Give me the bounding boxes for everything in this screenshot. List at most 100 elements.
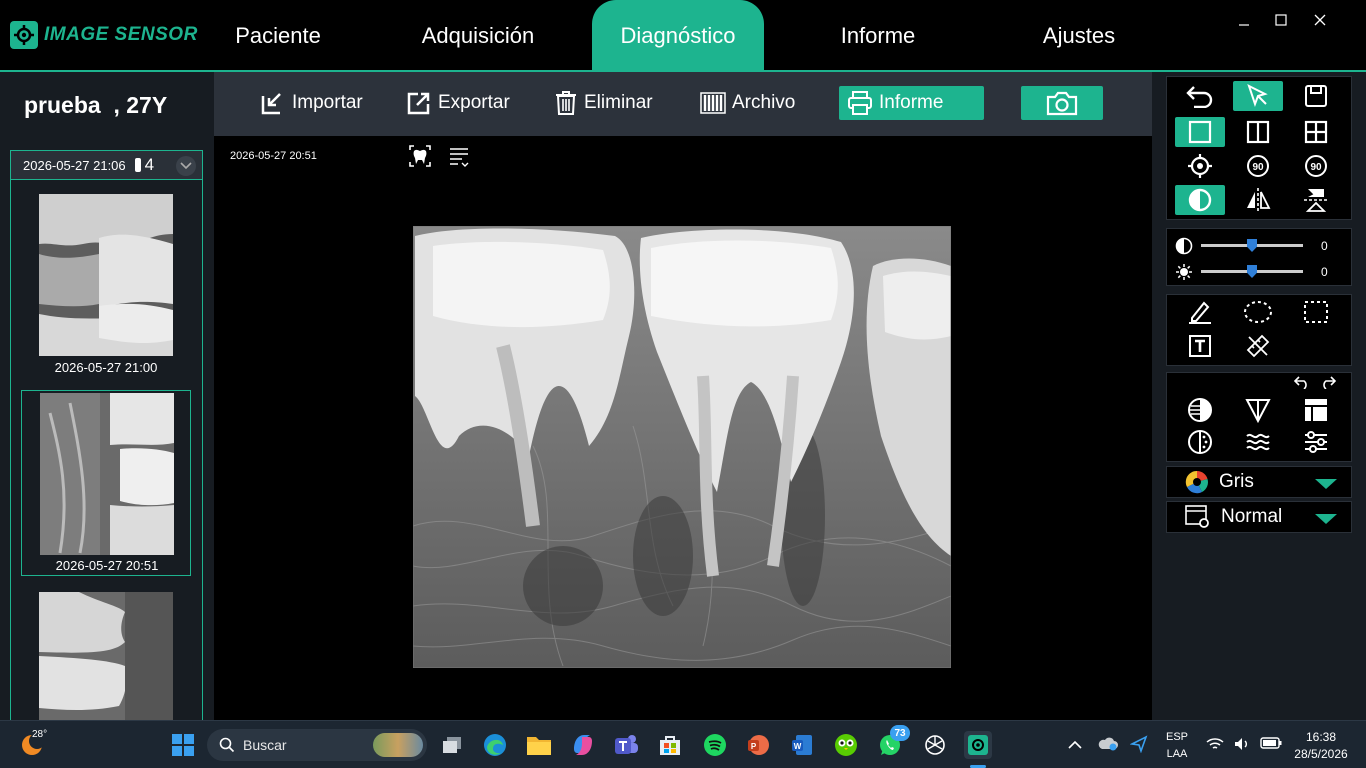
- pointer-tool-button[interactable]: [1233, 81, 1283, 111]
- language-bottom[interactable]: LAA: [1162, 748, 1192, 760]
- powerpoint-app[interactable]: P: [744, 731, 772, 759]
- capture-button[interactable]: [1021, 86, 1103, 120]
- tray-overflow-button[interactable]: [1068, 737, 1082, 755]
- gamma-button[interactable]: [1233, 395, 1283, 425]
- layout-single-button[interactable]: [1175, 117, 1225, 147]
- tab-informe[interactable]: Informe: [818, 0, 938, 72]
- tab-diagnostico[interactable]: Diagnóstico: [592, 0, 764, 72]
- weather-widget[interactable]: 28°: [20, 729, 47, 762]
- sharpen-button[interactable]: [1175, 395, 1225, 425]
- file-explorer-app[interactable]: [525, 731, 553, 759]
- contrast-slider[interactable]: [1201, 239, 1303, 252]
- thumbnail-image: [39, 194, 173, 356]
- teams-app[interactable]: [612, 731, 640, 759]
- location-tray[interactable]: [1129, 735, 1148, 758]
- word-icon: W: [792, 735, 812, 755]
- onedrive-tray[interactable]: [1098, 735, 1118, 756]
- histogram-button[interactable]: [1291, 395, 1341, 425]
- taskbar-search[interactable]: Buscar: [207, 729, 427, 761]
- word-app[interactable]: W: [788, 731, 816, 759]
- tab-ajustes[interactable]: Ajustes: [1026, 0, 1132, 72]
- clock-time[interactable]: 16:38: [1286, 730, 1356, 744]
- archive-button[interactable]: Archivo: [700, 86, 795, 120]
- start-button[interactable]: [169, 731, 197, 759]
- duolingo-app[interactable]: [832, 731, 860, 759]
- series-header[interactable]: 2026-05-27 21:06 4: [10, 150, 203, 180]
- layout-four-button[interactable]: [1291, 117, 1341, 147]
- noise-reduction-button[interactable]: [1233, 427, 1283, 457]
- task-view-button[interactable]: [438, 731, 466, 759]
- rotate-right-button[interactable]: 90: [1291, 151, 1341, 181]
- measure-tool-button[interactable]: [1233, 331, 1283, 361]
- rect-tool-button[interactable]: [1291, 297, 1341, 327]
- chatgpt-icon: [925, 735, 945, 755]
- maximize-button[interactable]: [1269, 8, 1293, 32]
- brightness-slider[interactable]: [1201, 265, 1303, 278]
- series-date: 2026-05-27 21:06: [23, 157, 126, 173]
- center-button[interactable]: [1175, 151, 1225, 181]
- save-button[interactable]: [1291, 81, 1341, 111]
- spotify-app[interactable]: [701, 731, 729, 759]
- whatsapp-badge: 73: [890, 725, 910, 741]
- ellipse-tool-button[interactable]: [1233, 297, 1283, 327]
- image-viewer[interactable]: 2026-05-27 20:51: [214, 136, 1152, 720]
- undo-small-icon: [1293, 376, 1307, 390]
- pen-icon: [1189, 301, 1211, 324]
- close-button[interactable]: [1308, 8, 1332, 32]
- thumbnail-item-selected[interactable]: 2026-05-27 20:51: [21, 390, 191, 576]
- panel-layout-icon: [1305, 399, 1327, 421]
- xray-image[interactable]: [413, 226, 951, 668]
- image-sensor-app[interactable]: [964, 731, 992, 768]
- import-button[interactable]: Importar: [260, 86, 363, 120]
- rotate-left-button[interactable]: 90: [1233, 151, 1283, 181]
- contrast-value: 0: [1321, 239, 1328, 253]
- tooth-select-button[interactable]: [408, 144, 432, 173]
- notes-icon: [450, 148, 469, 167]
- action-toolbar: Importar Exportar Eliminar Archivo Infor…: [214, 72, 1152, 136]
- clock-date[interactable]: 28/5/2026: [1286, 747, 1356, 761]
- delete-button[interactable]: Eliminar: [554, 86, 653, 120]
- notes-button[interactable]: [448, 146, 470, 173]
- mode-dropdown[interactable]: Normal: [1166, 501, 1352, 533]
- annotation-tools: [1166, 294, 1352, 366]
- filter-undo-button[interactable]: [1293, 375, 1311, 394]
- text-tool-button[interactable]: [1175, 331, 1225, 361]
- export-icon: [407, 92, 430, 115]
- report-button[interactable]: Informe: [839, 86, 984, 120]
- thumbnail-image: [40, 393, 174, 555]
- export-button[interactable]: Exportar: [406, 86, 510, 120]
- flip-horizontal-button[interactable]: [1233, 185, 1283, 215]
- store-app[interactable]: [656, 731, 684, 759]
- thumbnail-item[interactable]: [21, 586, 191, 726]
- whatsapp-app[interactable]: 73: [876, 725, 910, 759]
- copilot-icon: [574, 735, 592, 755]
- invert-button[interactable]: [1175, 185, 1225, 215]
- copilot-app[interactable]: [569, 731, 597, 759]
- tab-adquisicion[interactable]: Adquisición: [404, 0, 552, 72]
- flip-vertical-button[interactable]: [1291, 185, 1341, 215]
- edge-app[interactable]: [481, 731, 509, 759]
- layout-two-button[interactable]: [1233, 117, 1283, 147]
- undo-view-button[interactable]: [1175, 81, 1225, 111]
- brightness-slider-knob[interactable]: [1247, 265, 1257, 278]
- system-tray-icons[interactable]: [1206, 737, 1282, 751]
- brightness-icon: [1176, 264, 1192, 280]
- series-expand-button[interactable]: [176, 156, 196, 176]
- tab-paciente[interactable]: Paciente: [214, 0, 342, 72]
- filter-redo-button[interactable]: [1319, 375, 1337, 394]
- contrast-slider-knob[interactable]: [1247, 239, 1257, 252]
- dotted-circle-icon: [1188, 430, 1212, 454]
- language-top[interactable]: ESP: [1162, 731, 1192, 743]
- minimize-button[interactable]: [1232, 8, 1256, 32]
- chatgpt-app[interactable]: [921, 731, 949, 759]
- emboss-button[interactable]: [1175, 427, 1225, 457]
- filter-settings-button[interactable]: [1291, 427, 1341, 457]
- adjust-panel: 0 0: [1166, 228, 1352, 286]
- palette-dropdown[interactable]: Gris: [1166, 466, 1352, 498]
- edge-icon: [484, 734, 506, 756]
- thumbnail-item[interactable]: 2026-05-27 21:00: [21, 188, 191, 378]
- pen-tool-button[interactable]: [1175, 297, 1225, 327]
- thumbnail-date: 2026-05-27 21:00: [54, 360, 158, 375]
- battery-icon: [1260, 737, 1282, 749]
- thumbnail-date: 2026-05-27 20:51: [55, 558, 159, 573]
